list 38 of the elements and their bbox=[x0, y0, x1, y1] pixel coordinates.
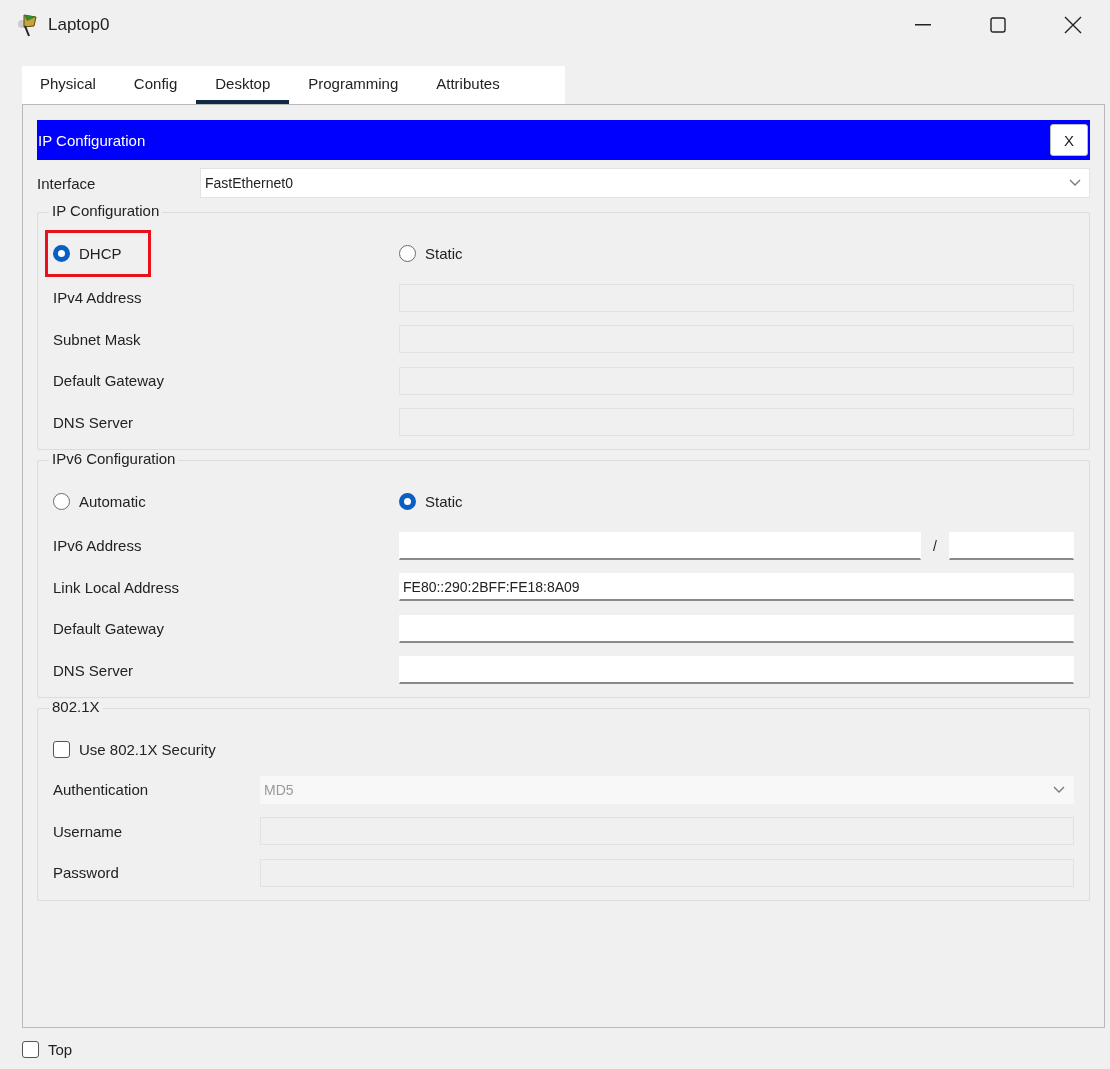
input-field[interactable]: FE80::290:2BFF:FE18:8A09 bbox=[399, 573, 1074, 602]
close-icon bbox=[1063, 16, 1082, 34]
separator-text: / bbox=[932, 537, 938, 554]
tab[interactable]: Desktop bbox=[196, 66, 290, 104]
radio-option[interactable]: Static bbox=[399, 492, 463, 510]
radio-option[interactable]: Automatic bbox=[53, 492, 146, 510]
prefix-field[interactable] bbox=[949, 531, 1074, 560]
field-label: DNS Server bbox=[53, 413, 135, 431]
field-label: Password bbox=[53, 864, 120, 882]
field-label: Authentication bbox=[53, 781, 150, 799]
tab[interactable]: Physical bbox=[22, 66, 115, 104]
close-button[interactable]: X bbox=[1050, 124, 1088, 156]
field-label: Subnet Mask bbox=[53, 330, 142, 348]
panel-title: IP Configuration bbox=[38, 131, 146, 149]
field-label: DNS Server bbox=[53, 661, 135, 679]
group-title: IP Configuration bbox=[49, 202, 163, 219]
field-label: Default Gateway bbox=[53, 620, 165, 638]
chevron-down-icon bbox=[1053, 785, 1065, 794]
group-title: IPv6 Configuration bbox=[49, 450, 179, 467]
field-label: Default Gateway bbox=[53, 372, 165, 390]
field-label: Interface bbox=[37, 174, 97, 192]
checkbox[interactable]: Use 802.1X Security bbox=[53, 729, 216, 769]
minimize-icon bbox=[914, 24, 931, 26]
radio-option[interactable]: DHCP bbox=[53, 244, 122, 262]
checkbox[interactable]: Top bbox=[22, 1041, 73, 1058]
field-label: IPv4 Address bbox=[53, 289, 143, 307]
tab[interactable]: Attributes bbox=[417, 66, 519, 104]
field-label: Link Local Address bbox=[53, 578, 180, 596]
radio-option[interactable]: Static bbox=[399, 244, 463, 262]
address-field[interactable] bbox=[399, 531, 921, 560]
field-label: IPv6 Address bbox=[53, 537, 143, 555]
interface-dropdown[interactable]: FastEthernet0 bbox=[200, 168, 1090, 198]
tab[interactable]: Programming bbox=[289, 66, 418, 104]
chevron-down-icon bbox=[1069, 179, 1081, 187]
field-label: Username bbox=[53, 822, 124, 840]
tab[interactable]: Config bbox=[114, 66, 197, 104]
maximize-icon bbox=[989, 17, 1006, 33]
window-title: Laptop0 bbox=[48, 15, 110, 35]
